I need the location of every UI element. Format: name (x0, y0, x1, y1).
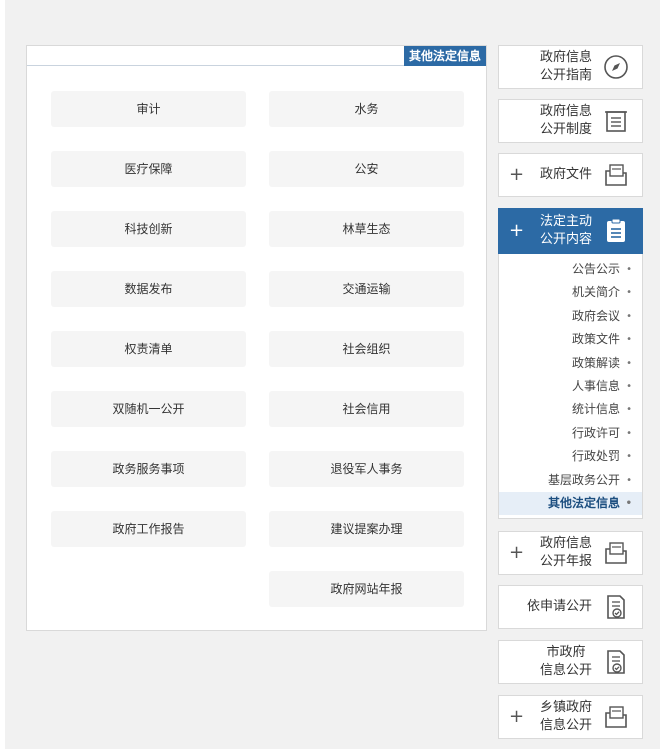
sub-item-policy-interpretation[interactable]: 政策解读 (499, 352, 642, 375)
category-audit[interactable]: 审计 (51, 91, 246, 127)
sub-item-gov-meetings[interactable]: 政府会议 (499, 305, 642, 328)
folder-doc-icon (605, 164, 627, 186)
nav-city-gov-info[interactable]: 市政府 信息公开 (498, 640, 643, 684)
nav-system-label: 政府信息 公开制度 (539, 104, 592, 137)
nav-gov-files[interactable]: + 政府文件 (498, 153, 643, 197)
content-panel: 其他法定信息 水务 审计 公安 医疗保障 林草生态 科技创新 交通运输 数据发布… (26, 45, 487, 631)
nav-guide[interactable]: 政府信息 公开指南 (498, 45, 643, 89)
category-water[interactable]: 水务 (269, 91, 464, 127)
category-work-report[interactable]: 政府工作报告 (51, 511, 246, 547)
category-website-report[interactable]: 政府网站年报 (269, 571, 464, 607)
expand-plus-icon[interactable]: + (509, 166, 524, 184)
sub-nav-list: 公告公示 机关简介 政府会议 政策文件 政策解读 人事信息 统计信息 行政许可 … (498, 254, 643, 519)
category-proposals[interactable]: 建议提案办理 (269, 511, 464, 547)
category-public-security[interactable]: 公安 (269, 151, 464, 187)
expand-plus-icon[interactable]: + (509, 222, 524, 240)
nav-annual-report-label: 政府信息 公开年报 (539, 536, 592, 569)
sub-item-statistics[interactable]: 统计信息 (499, 398, 642, 421)
sub-item-other-legal-info[interactable]: 其他法定信息 (499, 491, 642, 516)
category-social-orgs[interactable]: 社会组织 (269, 331, 464, 367)
expand-plus-icon[interactable]: + (509, 544, 524, 562)
folder-doc-icon (605, 706, 627, 728)
sub-item-personnel[interactable]: 人事信息 (499, 375, 642, 398)
panel-header: 其他法定信息 (27, 46, 486, 66)
nav-system[interactable]: 政府信息 公开制度 (498, 99, 643, 143)
sub-item-announcements[interactable]: 公告公示 (499, 258, 642, 281)
nav-apply-disclosure[interactable]: 依申请公开 (498, 585, 643, 629)
sub-item-agency-intro[interactable]: 机关简介 (499, 281, 642, 304)
nav-mandatory-disclosure[interactable]: + 法定主动 公开内容 (498, 208, 643, 254)
category-transport[interactable]: 交通运输 (269, 271, 464, 307)
category-medical-insurance[interactable]: 医疗保障 (51, 151, 246, 187)
doc-check-icon (607, 595, 625, 619)
expand-plus-icon[interactable]: + (509, 708, 524, 726)
nav-township-gov-info-label: 乡镇政府 信息公开 (539, 700, 592, 733)
category-tech-innovation[interactable]: 科技创新 (51, 211, 246, 247)
nav-mandatory-disclosure-label: 法定主动 公开内容 (539, 214, 592, 247)
category-forestry[interactable]: 林草生态 (269, 211, 464, 247)
sub-item-grassroots[interactable]: 基层政务公开 (499, 469, 642, 492)
category-data-release[interactable]: 数据发布 (51, 271, 246, 307)
sub-item-penalties[interactable]: 行政处罚 (499, 445, 642, 468)
nav-township-gov-info[interactable]: + 乡镇政府 信息公开 (498, 695, 643, 739)
folder-doc-icon (605, 542, 627, 564)
category-veterans[interactable]: 退役军人事务 (269, 451, 464, 487)
category-random-inspection[interactable]: 双随机一公开 (51, 391, 246, 427)
clipboard-icon (607, 218, 625, 242)
document-list-icon (605, 111, 627, 132)
nav-city-gov-info-label: 市政府 信息公开 (539, 645, 592, 678)
sub-item-licensing[interactable]: 行政许可 (499, 422, 642, 445)
sub-item-policy-docs[interactable]: 政策文件 (499, 328, 642, 351)
category-service-items[interactable]: 政务服务事项 (51, 451, 246, 487)
nav-gov-files-label: 政府文件 (539, 167, 592, 182)
panel-title: 其他法定信息 (403, 46, 486, 66)
compass-icon (604, 55, 628, 79)
category-social-credit[interactable]: 社会信用 (269, 391, 464, 427)
nav-apply-disclosure-label: 依申请公开 (526, 599, 592, 614)
nav-annual-report[interactable]: + 政府信息 公开年报 (498, 531, 643, 575)
nav-guide-label: 政府信息 公开指南 (539, 50, 592, 83)
doc-check-icon (607, 650, 625, 674)
category-power-list[interactable]: 权责清单 (51, 331, 246, 367)
